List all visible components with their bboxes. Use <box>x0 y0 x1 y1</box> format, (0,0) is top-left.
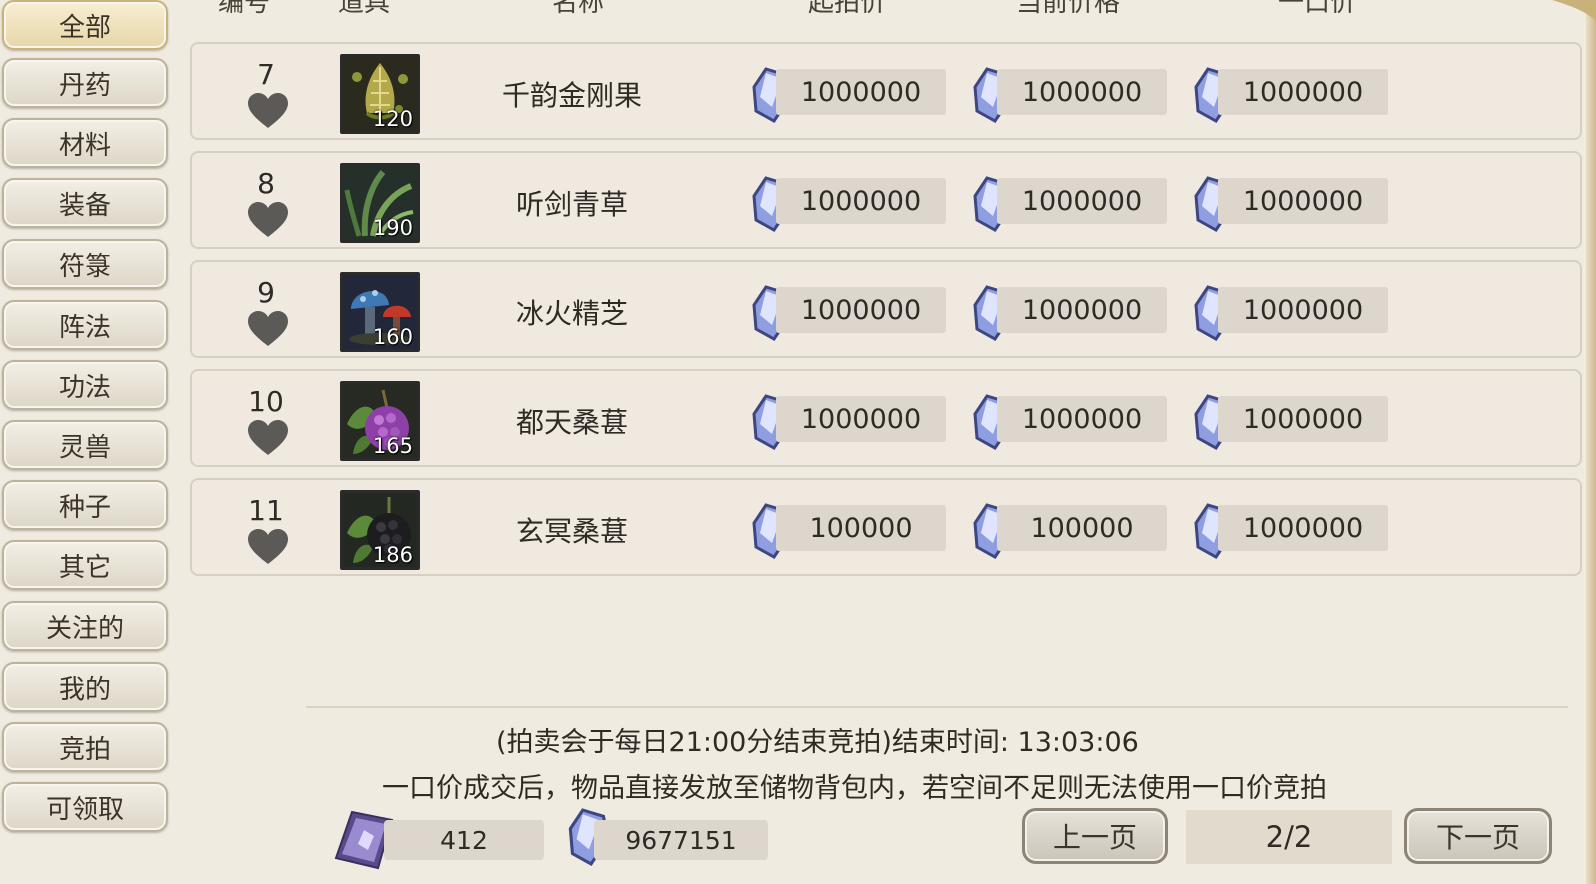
window-frame-border <box>1586 0 1596 884</box>
heart-icon[interactable] <box>247 528 289 566</box>
golden-fruit-icon[interactable]: 120 <box>340 54 420 134</box>
category-followed-button[interactable]: 关注的 <box>2 601 168 651</box>
item-level: 120 <box>372 107 413 131</box>
heart-icon[interactable] <box>247 310 289 348</box>
purple-berry-icon[interactable]: 165 <box>340 381 420 461</box>
table-row[interactable]: 10 165 都天桑葚 1000000 1000000 1000000 <box>190 369 1582 467</box>
category-talismans-button[interactable]: 符箓 <box>2 239 168 289</box>
item-number: 7 <box>257 58 275 91</box>
category-all-button[interactable]: 全部 <box>2 0 168 50</box>
heart-icon[interactable] <box>247 419 289 457</box>
page-indicator: 2/2 <box>1186 810 1392 864</box>
item-level: 186 <box>372 543 413 567</box>
item-level: 160 <box>372 325 413 349</box>
category-seeds-button[interactable]: 种子 <box>2 480 168 530</box>
header-start-price: 起拍价 <box>808 0 887 18</box>
header-current-price: 当前价格 <box>1016 0 1121 18</box>
heart-icon[interactable] <box>247 201 289 239</box>
category-materials-button[interactable]: 材料 <box>2 118 168 168</box>
frame-corner-ornament <box>1552 0 1596 22</box>
header-name: 名称 <box>552 0 605 18</box>
mushroom-icon[interactable]: 160 <box>340 272 420 352</box>
item-name: 听剑青草 <box>515 188 628 221</box>
black-berry-icon[interactable]: 186 <box>340 490 420 570</box>
item-number: 8 <box>257 167 275 200</box>
item-name: 千韵金刚果 <box>501 79 642 112</box>
item-number: 11 <box>248 494 284 527</box>
header-item: 道具 <box>338 0 391 18</box>
ticket-balance: 412 <box>334 810 544 870</box>
item-number: 9 <box>257 276 275 309</box>
item-name: 冰火精芝 <box>515 297 628 330</box>
item-level: 190 <box>372 216 413 240</box>
category-skills-button[interactable]: 功法 <box>2 360 168 410</box>
spirit-stone-balance: 9677151 <box>568 808 768 866</box>
category-claimable-button[interactable]: 可领取 <box>2 782 168 832</box>
item-name: 都天桑葚 <box>515 406 628 439</box>
table-row[interactable]: 8 190 听剑青草 1000000 1000000 1000000 <box>190 151 1582 249</box>
green-grass-icon[interactable]: 190 <box>340 163 420 243</box>
buyout-rule-notice: 一口价成交后，物品直接发放至储物背包内，若空间不足则无法使用一口价竞拍 <box>382 773 1327 804</box>
category-pills-button[interactable]: 丹药 <box>2 58 168 108</box>
item-name: 玄冥桑葚 <box>515 515 628 548</box>
next-page-button[interactable]: 下一页 <box>1404 808 1552 864</box>
header-number: 编号 <box>218 0 271 18</box>
item-number: 10 <box>248 385 284 418</box>
category-equipment-button[interactable]: 装备 <box>2 178 168 228</box>
table-row[interactable]: 7 120 千韵金刚果 1000000 1000000 1000000 <box>190 42 1582 140</box>
category-mine-button[interactable]: 我的 <box>2 662 168 712</box>
heart-icon[interactable] <box>247 92 289 130</box>
auction-end-notice: (拍卖会于每日21:00分结束竞拍)结束时间: 13:03:06 <box>496 727 1139 758</box>
item-level: 165 <box>372 434 413 458</box>
category-sidebar: 全部 丹药 材料 装备 符箓 阵法 功法 灵兽 种子 其它 关注的 我的 竞拍 … <box>0 0 172 884</box>
footer-divider <box>306 706 1568 708</box>
category-others-button[interactable]: 其它 <box>2 540 168 590</box>
header-buyout-price: 一口价 <box>1278 0 1357 18</box>
category-bidding-button[interactable]: 竞拍 <box>2 722 168 772</box>
prev-page-button[interactable]: 上一页 <box>1022 808 1168 864</box>
table-row[interactable]: 11 186 玄冥桑葚 100000 100000 1000000 <box>190 478 1582 576</box>
category-beasts-button[interactable]: 灵兽 <box>2 420 168 470</box>
category-formations-button[interactable]: 阵法 <box>2 300 168 350</box>
table-row[interactable]: 9 160 冰火精芝 1000000 1000000 1000000 <box>190 260 1582 358</box>
